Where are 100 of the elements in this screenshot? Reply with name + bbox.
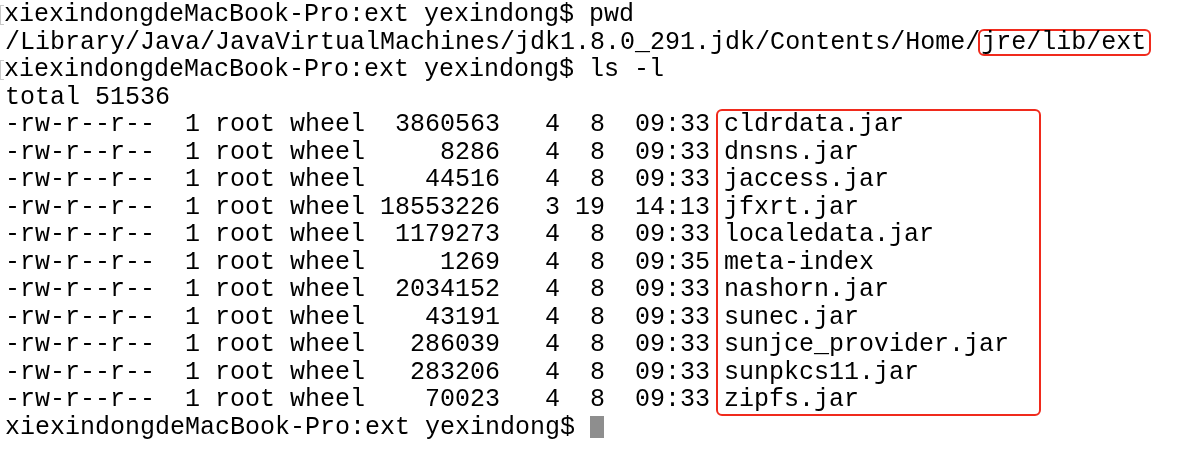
file-month: 3 (545, 193, 561, 221)
file-name: jaccess.jar (724, 166, 890, 194)
file-size: 70023 (424, 386, 501, 414)
file-day: 8 (575, 138, 606, 166)
output-text: total 51536 (5, 83, 171, 111)
file-time: 09:33 (635, 276, 711, 304)
file-size: 1179273 (394, 221, 501, 249)
file-size: 283206 (409, 358, 501, 386)
file-time: 09:33 (635, 138, 711, 166)
link-count: 1 (185, 331, 200, 359)
file-permissions: -rw-r--r-- (5, 248, 155, 276)
file-permissions: -rw-r--r-- (5, 358, 155, 386)
file-permissions: -rw-r--r-- (5, 303, 155, 331)
file-owner: root (215, 221, 275, 249)
link-count: 1 (185, 358, 200, 386)
file-name: sunec.jar (724, 303, 860, 331)
file-name: localedata.jar (724, 221, 935, 249)
file-time: 09:35 (635, 248, 711, 276)
file-group: wheel (290, 166, 365, 194)
file-month: 4 (545, 303, 561, 331)
file-month: 4 (545, 166, 561, 194)
file-permissions: -rw-r--r-- (5, 193, 155, 221)
file-time: 09:33 (635, 358, 711, 386)
file-time: 09:33 (635, 166, 711, 194)
file-group: wheel (290, 248, 365, 276)
file-month: 4 (545, 138, 561, 166)
command-line: xiexindongdeMacBook-Pro:ext yexindong$ (5, 413, 576, 441)
file-permissions: -rw-r--r-- (5, 166, 155, 194)
command-line: xiexindongdeMacBook-Pro:ext yexindong$ pwd (4, 1, 635, 29)
file-name: sunpkcs11.jar (724, 358, 920, 386)
link-count: 1 (185, 276, 200, 304)
file-permissions: -rw-r--r-- (5, 331, 155, 359)
file-month: 4 (545, 276, 561, 304)
file-name: zipfs.jar (724, 386, 860, 414)
link-count: 1 (185, 248, 200, 276)
file-group: wheel (290, 276, 365, 304)
file-group: wheel (290, 331, 365, 359)
file-month: 4 (545, 248, 561, 276)
link-count: 1 (185, 221, 200, 249)
file-day: 8 (575, 386, 606, 414)
file-time: 09:33 (635, 111, 711, 139)
file-time: 09:33 (635, 386, 711, 414)
file-group: wheel (290, 138, 365, 166)
file-group: wheel (290, 221, 365, 249)
file-size: 43191 (424, 303, 501, 331)
file-day: 8 (575, 111, 606, 139)
file-size: 44516 (424, 166, 501, 194)
file-day: 8 (575, 276, 606, 304)
file-size: 2034152 (394, 276, 501, 304)
file-group: wheel (290, 193, 365, 221)
file-day: 8 (575, 358, 606, 386)
file-permissions: -rw-r--r-- (5, 386, 155, 414)
file-size: 18553226 (380, 193, 501, 221)
file-group: wheel (290, 358, 365, 386)
file-group: wheel (290, 386, 365, 414)
file-owner: root (215, 358, 275, 386)
file-name: dnsns.jar (724, 138, 860, 166)
file-size: 286039 (409, 331, 501, 359)
file-time: 09:33 (635, 221, 711, 249)
file-size: 3860563 (394, 111, 501, 139)
link-count: 1 (185, 111, 200, 139)
file-permissions: -rw-r--r-- (5, 138, 155, 166)
file-owner: root (215, 166, 275, 194)
file-day: 8 (575, 166, 606, 194)
file-day: 8 (575, 221, 606, 249)
file-month: 4 (545, 331, 561, 359)
link-count: 1 (185, 138, 200, 166)
file-group: wheel (290, 303, 365, 331)
file-size: 1269 (439, 248, 501, 276)
file-time: 09:33 (635, 331, 711, 359)
file-owner: root (215, 303, 275, 331)
file-size: 8286 (439, 138, 501, 166)
file-name: jfxrt.jar (724, 193, 860, 221)
file-owner: root (215, 111, 275, 139)
file-owner: root (215, 276, 275, 304)
link-count: 1 (185, 386, 200, 414)
file-permissions: -rw-r--r-- (5, 111, 155, 139)
file-name: meta-index (724, 248, 875, 276)
file-day: 8 (575, 331, 606, 359)
file-permissions: -rw-r--r-- (5, 276, 155, 304)
file-month: 4 (545, 386, 561, 414)
file-time: 09:33 (635, 303, 711, 331)
file-month: 4 (545, 111, 561, 139)
link-count: 1 (185, 303, 200, 331)
link-count: 1 (185, 166, 200, 194)
file-time: 14:13 (635, 193, 711, 221)
file-month: 4 (545, 221, 561, 249)
file-owner: root (215, 386, 275, 414)
file-owner: root (215, 193, 275, 221)
file-name: nashorn.jar (724, 276, 890, 304)
link-count: 1 (185, 193, 200, 221)
file-name: cldrdata.jar (724, 111, 905, 139)
file-name: sunjce_provider.jar (724, 331, 1010, 359)
file-permissions: -rw-r--r-- (5, 221, 155, 249)
file-day: 8 (575, 303, 606, 331)
file-owner: root (215, 248, 275, 276)
file-group: wheel (290, 111, 365, 139)
file-owner: root (215, 138, 275, 166)
file-day: 19 (575, 193, 606, 221)
command-line: xiexindongdeMacBook-Pro:ext yexindong$ ls -l (4, 56, 665, 84)
